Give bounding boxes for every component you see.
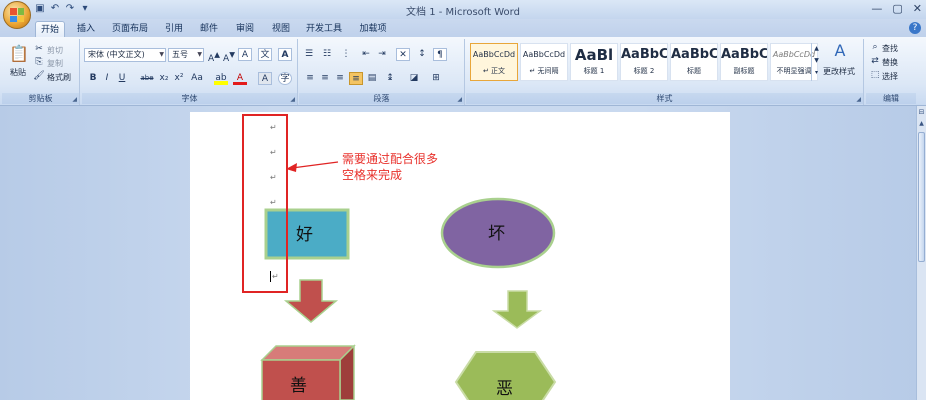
drawing-canvas [260, 161, 557, 400]
red-down-arrow[interactable] [283, 279, 339, 323]
cube-label: 善 [290, 376, 307, 396]
office-button[interactable] [3, 1, 31, 29]
office-logo-icon [10, 8, 24, 22]
rectangle-label: 好 [296, 225, 313, 245]
cube-top-face [260, 345, 356, 361]
highlight-box [242, 114, 288, 293]
annotation-line-2: 空格来完成 [342, 168, 403, 182]
ellipse-label: 坏 [488, 224, 505, 244]
hexagon-label: 恶 [496, 379, 513, 399]
annotation-arrow-line [291, 161, 339, 169]
annotation-line-1: 需要通过配合很多 [342, 152, 439, 166]
annotation-text: 需要通过配合很多 空格来完成 [342, 151, 438, 183]
green-down-arrow[interactable] [491, 290, 543, 329]
